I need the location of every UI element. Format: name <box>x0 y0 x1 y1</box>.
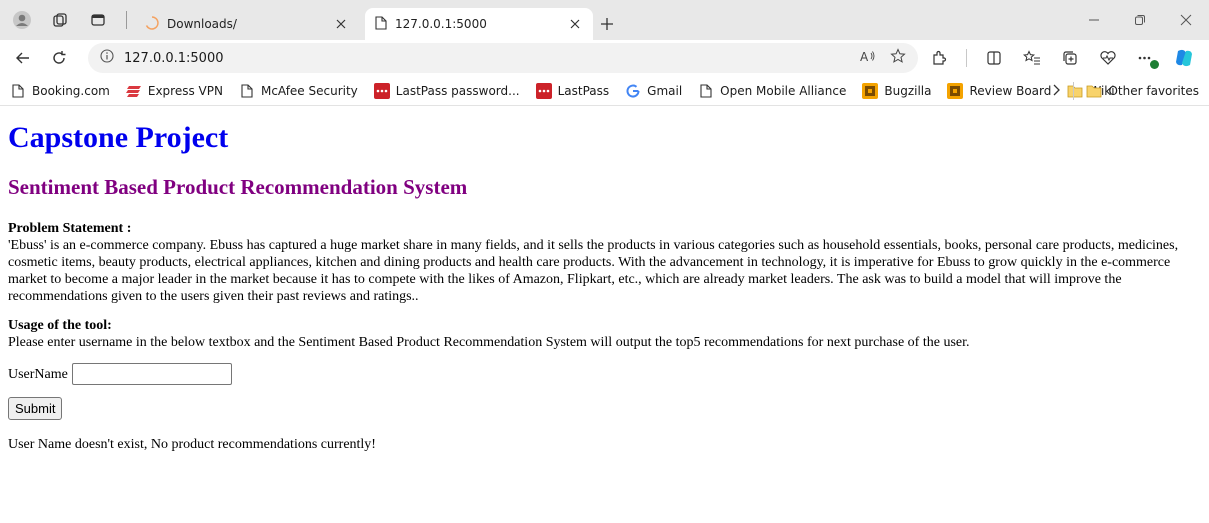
favorite-label: LastPass password... <box>395 83 520 98</box>
toolbar-icons <box>928 47 1199 69</box>
close-window-button[interactable] <box>1163 0 1209 40</box>
restore-button[interactable] <box>1117 0 1163 40</box>
lastpass-icon <box>373 82 390 99</box>
split-screen-icon[interactable] <box>983 47 1005 69</box>
read-aloud-icon[interactable]: A <box>860 49 876 67</box>
reviewboard-icon <box>947 82 964 99</box>
address-bar[interactable]: 127.0.0.1:5000 A <box>88 43 918 73</box>
address-bar-icons: A <box>860 48 906 68</box>
page-icon <box>698 83 714 99</box>
tab-localhost[interactable]: 127.0.0.1:5000 <box>365 8 593 40</box>
google-icon <box>625 83 641 99</box>
url-text[interactable]: 127.0.0.1:5000 <box>124 51 850 66</box>
tab-strip: Downloads/ 127.0.0.1:5000 <box>0 0 1209 40</box>
favorite-review-board[interactable]: Review Board <box>947 82 1052 99</box>
favorite-label: Express VPN <box>147 83 223 98</box>
extensions-icon[interactable] <box>928 47 950 69</box>
tab-actions-icon[interactable] <box>86 8 110 32</box>
star-favorite-icon[interactable] <box>890 48 906 68</box>
submit-button[interactable]: Submit <box>8 397 63 420</box>
lastpass-icon <box>535 82 552 99</box>
copilot-icon[interactable] <box>1173 47 1195 69</box>
favorite-label: Other favorites <box>1108 84 1199 98</box>
browser-toolbar: 127.0.0.1:5000 A <box>0 40 1209 76</box>
site-info-icon[interactable] <box>100 49 114 67</box>
favorite-label: McAfee Security <box>260 83 358 98</box>
favorite-label: Gmail <box>647 83 683 98</box>
page-title: Capstone Project <box>8 121 229 154</box>
workspaces-icon[interactable] <box>48 8 72 32</box>
tab-title: 127.0.0.1:5000 <box>395 17 487 31</box>
page-icon <box>239 83 255 99</box>
favorites-icon[interactable] <box>1021 47 1043 69</box>
favorite-bugzilla[interactable]: Bugzilla <box>862 82 932 99</box>
chevron-right-icon[interactable] <box>1051 84 1061 99</box>
favorite-other-favorites[interactable]: Other favorites <box>1086 83 1199 99</box>
problem-statement-text: 'Ebuss' is an e-commerce company. Ebuss … <box>8 238 1179 304</box>
new-tab-button[interactable] <box>593 8 621 40</box>
favorite-lastpass-password[interactable]: LastPass password... <box>373 82 520 99</box>
username-input[interactable] <box>71 363 232 385</box>
page-icon <box>10 83 26 99</box>
favorite-gmail[interactable]: Gmail <box>625 83 682 99</box>
browser-essentials-icon[interactable] <box>1097 47 1119 69</box>
close-tab-icon[interactable] <box>333 16 349 32</box>
favorite-open-mobile-alliance[interactable]: Open Mobile Alliance <box>698 83 846 99</box>
tab-downloads[interactable]: Downloads/ <box>135 8 359 40</box>
username-label: UserName <box>8 366 68 382</box>
favorites-bar: Booking.com Express VPN McAfee Security … <box>0 76 1209 106</box>
page-content: Capstone Project Sentiment Based Product… <box>0 106 1209 459</box>
folder-icon <box>1086 83 1102 99</box>
notification-badge <box>1150 60 1159 69</box>
more-options-icon[interactable] <box>1135 47 1159 69</box>
favorite-lastpass[interactable]: LastPass <box>535 82 610 99</box>
favorite-booking[interactable]: Booking.com <box>10 83 110 99</box>
minimize-button[interactable] <box>1071 0 1117 40</box>
svg-text:A: A <box>860 50 869 63</box>
favorite-label: LastPass <box>557 83 610 98</box>
tabstrip-separator <box>126 11 127 29</box>
tabstrip-left-controls <box>0 0 129 40</box>
favorite-mcafee[interactable]: McAfee Security <box>239 83 358 99</box>
toolbar-separator <box>966 49 967 67</box>
refresh-button[interactable] <box>46 45 72 71</box>
favorite-label: Booking.com <box>32 83 110 98</box>
tab-title: Downloads/ <box>167 17 237 31</box>
close-tab-icon[interactable] <box>567 16 583 32</box>
username-row: UserName <box>8 363 1201 385</box>
window-controls <box>1071 0 1209 40</box>
usage-text: Please enter username in the below textb… <box>8 335 970 350</box>
problem-statement-label: Problem Statement : <box>8 221 132 236</box>
favorites-separator <box>1073 82 1075 100</box>
bugzilla-icon <box>862 82 879 99</box>
back-button[interactable] <box>10 45 36 71</box>
profile-avatar-icon[interactable] <box>10 8 34 32</box>
favorite-label: Bugzilla <box>884 83 932 98</box>
expressvpn-icon <box>125 83 142 99</box>
favorite-label: Open Mobile Alliance <box>720 83 847 98</box>
result-message: User Name doesn't exist, No product reco… <box>8 437 376 452</box>
favorite-expressvpn[interactable]: Express VPN <box>125 83 223 99</box>
favorite-label: Review Board <box>969 83 1052 98</box>
usage-label: Usage of the tool: <box>8 318 112 333</box>
favorites-right: Other favorites <box>1051 76 1199 106</box>
page-subtitle: Sentiment Based Product Recommendation S… <box>8 175 468 199</box>
page-icon <box>375 15 387 33</box>
loading-spinner-icon <box>145 15 159 33</box>
collections-icon[interactable] <box>1059 47 1081 69</box>
